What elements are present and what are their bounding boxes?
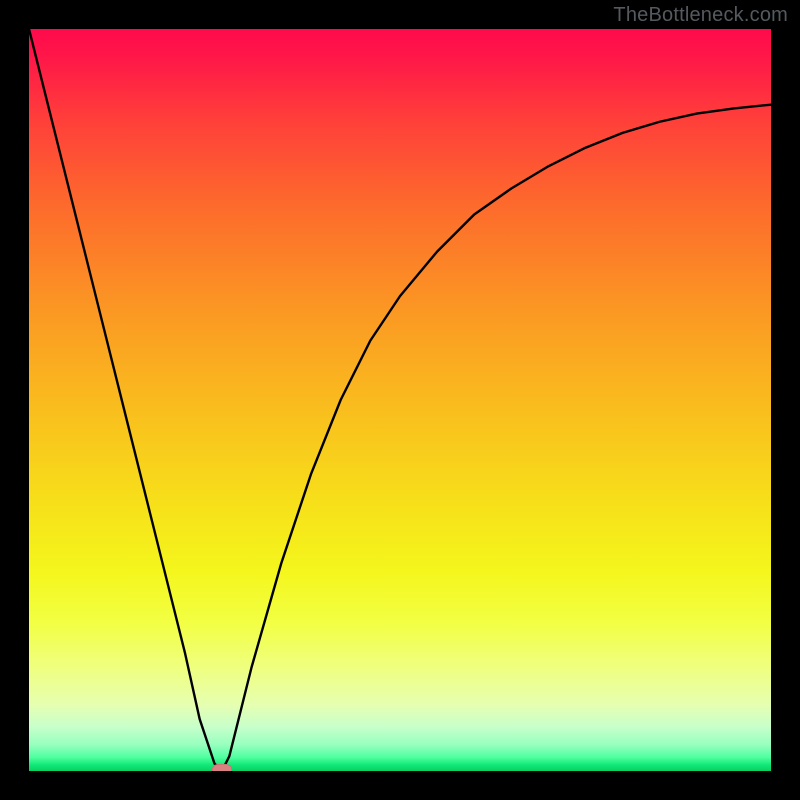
bottleneck-curve [29, 29, 771, 771]
plot-area [29, 29, 771, 771]
curve-svg [29, 29, 771, 771]
watermark-text: TheBottleneck.com [613, 4, 788, 27]
chart-frame: TheBottleneck.com [0, 0, 800, 800]
minimum-marker [212, 764, 232, 771]
